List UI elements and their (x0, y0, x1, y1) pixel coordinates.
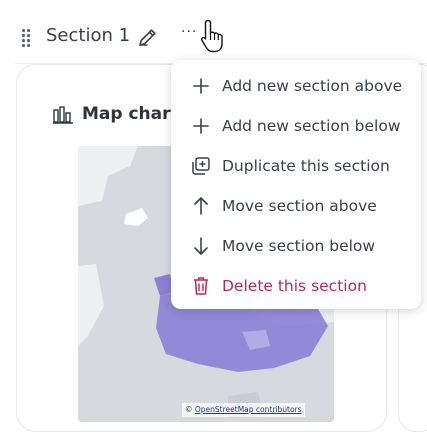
map-chart-icon (52, 105, 74, 125)
card-title: Map chart (82, 104, 179, 124)
section-context-menu: Add new section above Add new section be… (171, 60, 421, 309)
section-title: Section 1 (46, 25, 131, 46)
menu-item-move-section-below[interactable]: Move section below (171, 226, 421, 266)
menu-item-delete-section[interactable]: Delete this section (171, 266, 421, 306)
osm-attribution-link[interactable]: OpenStreetMap contributors (195, 405, 302, 414)
drag-handle-icon[interactable] (21, 28, 31, 47)
hand-cursor-icon (199, 18, 227, 54)
menu-item-duplicate-section[interactable]: Duplicate this section (171, 146, 421, 186)
pencil-icon[interactable] (137, 26, 159, 48)
menu-item-add-section-below[interactable]: Add new section below (171, 106, 421, 146)
map-attribution: © OpenStreetMap contributors (182, 403, 305, 417)
menu-item-add-section-above[interactable]: Add new section above (171, 66, 421, 106)
plus-icon (190, 115, 212, 137)
arrow-up-icon (190, 195, 212, 217)
trash-icon (190, 275, 212, 297)
plus-icon (190, 75, 212, 97)
duplicate-icon (190, 155, 212, 177)
arrow-down-icon (190, 235, 212, 257)
menu-item-move-section-above[interactable]: Move section above (171, 186, 421, 226)
